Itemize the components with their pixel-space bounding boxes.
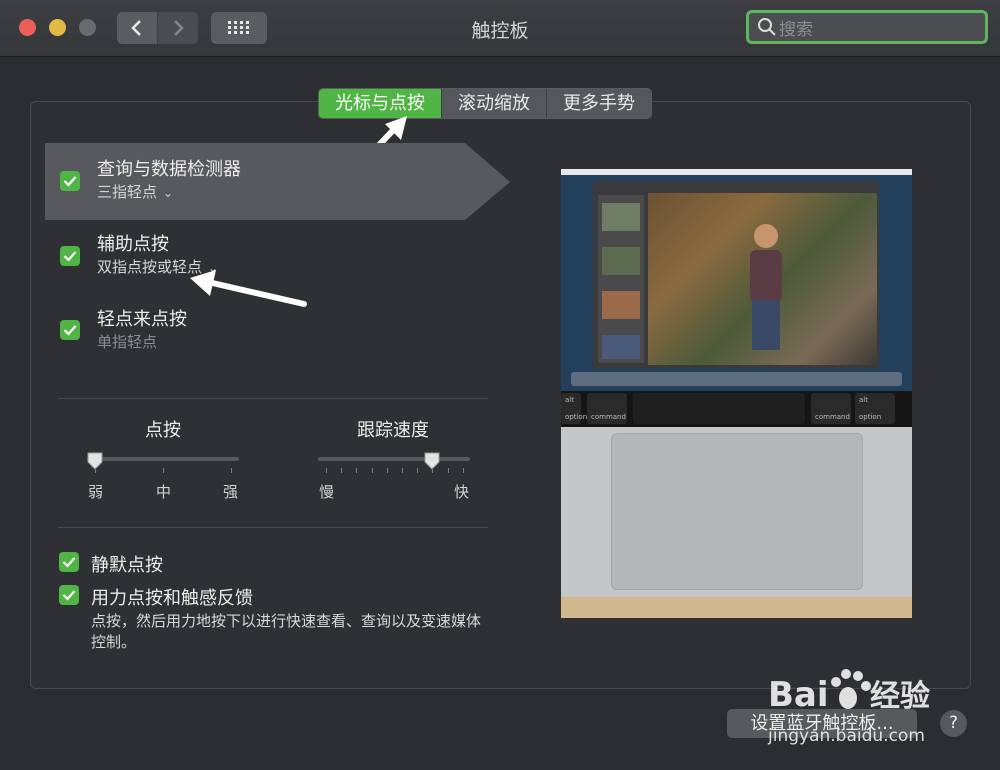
forward-button[interactable] bbox=[158, 12, 198, 44]
tracking-slider-title: 跟踪速度 bbox=[357, 420, 429, 441]
preview-table bbox=[561, 597, 912, 618]
chevron-left-icon bbox=[131, 20, 141, 36]
click-label-firm: 强 bbox=[223, 483, 239, 501]
close-window-button[interactable] bbox=[19, 19, 36, 36]
tap-to-click-label: 轻点来点按 bbox=[97, 309, 187, 330]
svg-text:Bai: Bai bbox=[768, 675, 829, 715]
gesture-preview-video: alt option command command alt option bbox=[561, 169, 912, 618]
divider bbox=[58, 398, 488, 399]
watermark-url: jingyan.baidu.com bbox=[768, 726, 925, 746]
svg-text:经验: 经验 bbox=[870, 679, 930, 714]
preview-thumbnail bbox=[602, 291, 640, 319]
lookup-checkbox[interactable] bbox=[60, 171, 80, 191]
touchbar-key: alt option bbox=[561, 393, 587, 424]
force-click-label: 用力点按和触感反馈 bbox=[91, 588, 253, 609]
tap-to-click-checkbox[interactable] bbox=[60, 320, 80, 340]
annotation-arrow-icon bbox=[190, 270, 307, 307]
preview-thumbnail bbox=[602, 203, 640, 231]
person-illustration-icon bbox=[750, 224, 782, 350]
tracking-slider-track[interactable] bbox=[318, 457, 470, 461]
lookup-gesture-value: 三指轻点 bbox=[97, 183, 158, 201]
touchbar-key: alt option bbox=[855, 393, 895, 424]
slider-tick bbox=[402, 468, 403, 473]
touchbar-modifier: alt bbox=[859, 396, 868, 404]
chevron-right-icon bbox=[174, 20, 184, 36]
grid-icon bbox=[228, 21, 249, 34]
tab-scroll-and-zoom[interactable]: 滚动缩放 bbox=[441, 89, 546, 118]
slider-tick bbox=[386, 468, 388, 473]
checkmark-icon bbox=[63, 325, 77, 336]
secondary-click-label: 辅助点按 bbox=[97, 234, 169, 255]
selected-row-pointer bbox=[465, 143, 510, 220]
chevron-down-icon: ⌄ bbox=[163, 186, 174, 200]
force-click-checkbox[interactable] bbox=[59, 585, 79, 605]
slider-tick bbox=[417, 468, 419, 473]
checkmark-icon bbox=[62, 590, 76, 601]
zoom-window-button[interactable] bbox=[79, 19, 96, 36]
back-button[interactable] bbox=[117, 12, 157, 44]
tab-more-gestures[interactable]: 更多手势 bbox=[546, 89, 651, 118]
click-label-light: 弱 bbox=[88, 483, 104, 501]
slider-tick bbox=[341, 468, 343, 473]
tap-to-click-sub: 单指轻点 bbox=[97, 333, 158, 351]
title-bar: 触控板 搜索 bbox=[0, 0, 1000, 57]
touchbar-key: command bbox=[587, 393, 627, 424]
divider bbox=[58, 527, 488, 528]
slider-tick bbox=[462, 468, 464, 473]
preview-menubar bbox=[561, 169, 912, 175]
search-icon bbox=[758, 18, 776, 36]
slider-tick bbox=[163, 468, 164, 473]
slider-tick bbox=[447, 468, 449, 473]
checkmark-icon bbox=[63, 176, 77, 187]
touchbar-modifier: alt bbox=[565, 396, 574, 404]
lookup-gesture-dropdown[interactable]: 三指轻点 ⌄ bbox=[97, 181, 173, 202]
slider-tick bbox=[231, 468, 232, 473]
slider-tick bbox=[95, 468, 96, 473]
preview-sidebar bbox=[598, 195, 644, 363]
preview-thumbnail bbox=[602, 335, 640, 359]
touchbar-space bbox=[633, 393, 805, 424]
tracking-label-slow: 慢 bbox=[319, 483, 335, 501]
checkmark-icon bbox=[63, 251, 77, 262]
slider-tick bbox=[326, 468, 327, 473]
slider-tick bbox=[432, 468, 434, 473]
window-title: 触控板 bbox=[471, 20, 529, 42]
slider-tick bbox=[356, 468, 358, 473]
click-slider-title: 点按 bbox=[145, 420, 181, 441]
click-label-medium: 中 bbox=[156, 483, 172, 501]
secondary-click-checkbox[interactable] bbox=[60, 246, 80, 266]
preview-thumbnail bbox=[602, 247, 640, 275]
silent-click-label: 静默点按 bbox=[91, 555, 163, 576]
preview-dock bbox=[571, 372, 902, 386]
tracking-label-fast: 快 bbox=[454, 483, 470, 501]
preview-screen bbox=[561, 169, 912, 391]
checkmark-icon bbox=[62, 557, 76, 568]
lookup-label: 查询与数据检测器 bbox=[97, 159, 241, 180]
minimize-window-button[interactable] bbox=[49, 19, 66, 36]
slider-tick bbox=[371, 468, 373, 473]
click-slider-track[interactable] bbox=[87, 457, 239, 461]
search-field[interactable]: 搜索 bbox=[746, 10, 988, 44]
touchbar-key: command bbox=[811, 393, 851, 424]
silent-click-checkbox[interactable] bbox=[59, 552, 79, 572]
show-all-button[interactable] bbox=[211, 12, 267, 44]
preview-touchbar: alt option command command alt option bbox=[561, 391, 912, 427]
force-click-description: 点按，然后用力地按下以进行快速查看、查询以及变速媒体控制。 bbox=[91, 612, 482, 651]
preview-trackpad bbox=[611, 433, 863, 590]
search-placeholder: 搜索 bbox=[779, 19, 813, 40]
